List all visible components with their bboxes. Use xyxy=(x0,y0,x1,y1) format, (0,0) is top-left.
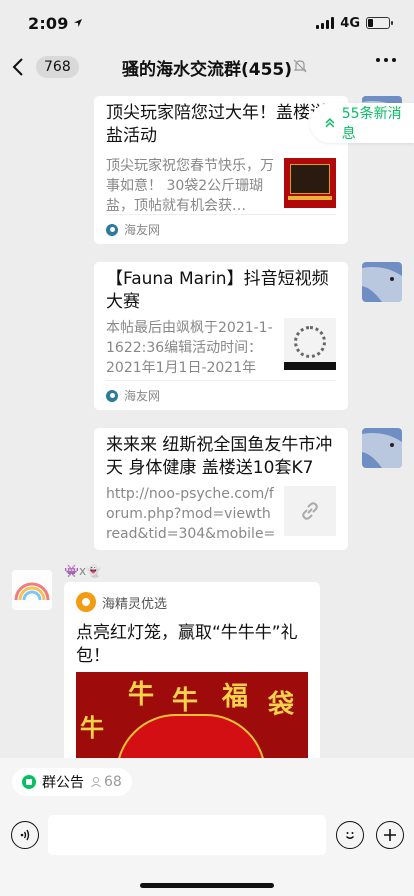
new-messages-label: 55条新消息 xyxy=(341,106,402,142)
mute-bell-icon xyxy=(293,59,307,73)
card-url: http://noo-psyche.com/forum.php?mod=view… xyxy=(106,486,276,542)
mini-program-logo xyxy=(76,592,96,612)
card-title: 顶尖玩家陪您过大年！盖楼送盐活动 xyxy=(106,103,327,146)
network-label: 4G xyxy=(340,15,360,31)
location-arrow-icon xyxy=(73,19,82,27)
banner-char: 牛 xyxy=(80,714,104,742)
banner-char: 袋 xyxy=(268,690,295,720)
person-icon xyxy=(91,777,101,788)
card-source-label: 海友网 xyxy=(124,223,161,237)
sender-avatar[interactable] xyxy=(12,570,52,610)
message-input-bar xyxy=(0,806,414,896)
plus-icon xyxy=(384,829,396,841)
signal-icon xyxy=(316,17,335,29)
banner-char: 福 xyxy=(222,682,249,712)
new-messages-button[interactable]: 55条新消息 xyxy=(310,103,414,143)
sender-avatar[interactable] xyxy=(362,262,402,302)
rainbow-avatar-icon xyxy=(12,570,52,610)
site-logo-icon xyxy=(106,389,118,402)
battery-icon xyxy=(366,17,393,29)
card-title: 来来来 纽斯祝全国鱼友牛市冲天 身体健康 盖楼送10套K7 -… xyxy=(106,435,333,478)
voice-input-button[interactable] xyxy=(11,821,39,849)
card-source-label: 海友网 xyxy=(124,389,161,403)
mini-program-banner: 牛 牛 福 袋 牛 xyxy=(76,672,308,758)
link-thumbnail xyxy=(284,486,336,536)
notice-icon xyxy=(22,775,36,789)
back-button[interactable] xyxy=(0,46,36,88)
group-notice-button[interactable]: 群公告 68 xyxy=(12,768,132,796)
chat-area[interactable]: 顶尖玩家陪您过大年！盖楼送盐活动 顶尖玩家祝您春节快乐，万事如意！ 30袋2公斤… xyxy=(0,88,414,758)
mini-program-source: 海精灵优选 xyxy=(102,596,168,612)
card-thumbnail xyxy=(284,318,336,370)
sender-name: 👾x👻 xyxy=(64,564,101,578)
site-logo-icon xyxy=(106,223,118,236)
status-bar: 2:09 4G xyxy=(0,0,414,46)
mini-program-title: 点亮红灯笼，赢取“牛牛牛”礼包！ xyxy=(76,623,298,666)
fish-avatar-icon xyxy=(362,262,402,302)
home-indicator xyxy=(140,883,274,888)
more-options-button[interactable] xyxy=(376,58,396,62)
more-functions-button[interactable] xyxy=(376,821,404,849)
card-title: 【Fauna Marin】抖音短视频大赛 xyxy=(106,269,329,312)
group-notice-bar: 群公告 68 xyxy=(0,758,414,806)
smiley-icon xyxy=(346,832,354,839)
card-description: 顶尖玩家祝您春节快乐，万事如意！ 30袋2公斤珊瑚盐，顶帖就有机会获… xyxy=(106,158,274,214)
mini-program-card[interactable]: 海精灵优选 点亮红灯笼，赢取“牛牛牛”礼包！ 牛 牛 福 袋 牛 xyxy=(64,582,320,758)
emoji-button[interactable] xyxy=(336,821,364,849)
message-input[interactable] xyxy=(48,815,326,855)
banner-char: 牛 xyxy=(128,680,155,710)
chat-header: 768 骚的海水交流群(455) xyxy=(0,46,414,88)
card-source: 海友网 xyxy=(106,380,336,410)
link-card[interactable]: 来来来 纽斯祝全国鱼友牛市冲天 身体健康 盖楼送10套K7 -… http://… xyxy=(94,428,348,550)
fish-avatar-icon xyxy=(362,428,402,468)
group-notice-label: 群公告 xyxy=(42,775,84,791)
status-time: 2:09 xyxy=(28,13,69,33)
double-chevron-up-icon xyxy=(325,118,335,128)
link-icon xyxy=(302,502,318,520)
sender-avatar[interactable] xyxy=(362,428,402,468)
card-thumbnail xyxy=(284,158,336,208)
group-notice-count: 68 xyxy=(104,774,122,790)
battery-level xyxy=(368,19,373,27)
voice-icon xyxy=(20,829,30,841)
banner-char: 牛 xyxy=(172,686,199,716)
card-source: 海友网 xyxy=(106,214,336,244)
unread-count-badge[interactable]: 768 xyxy=(36,56,79,78)
card-description: 本帖最后由飒枫于2021-1-1622:36编辑活动时间：2021年1月1日-2… xyxy=(106,320,273,376)
link-card[interactable]: 【Fauna Marin】抖音短视频大赛 本帖最后由飒枫于2021-1-1622… xyxy=(94,262,348,410)
lucky-bag-image xyxy=(116,714,266,758)
chevron-left-icon xyxy=(12,58,23,76)
